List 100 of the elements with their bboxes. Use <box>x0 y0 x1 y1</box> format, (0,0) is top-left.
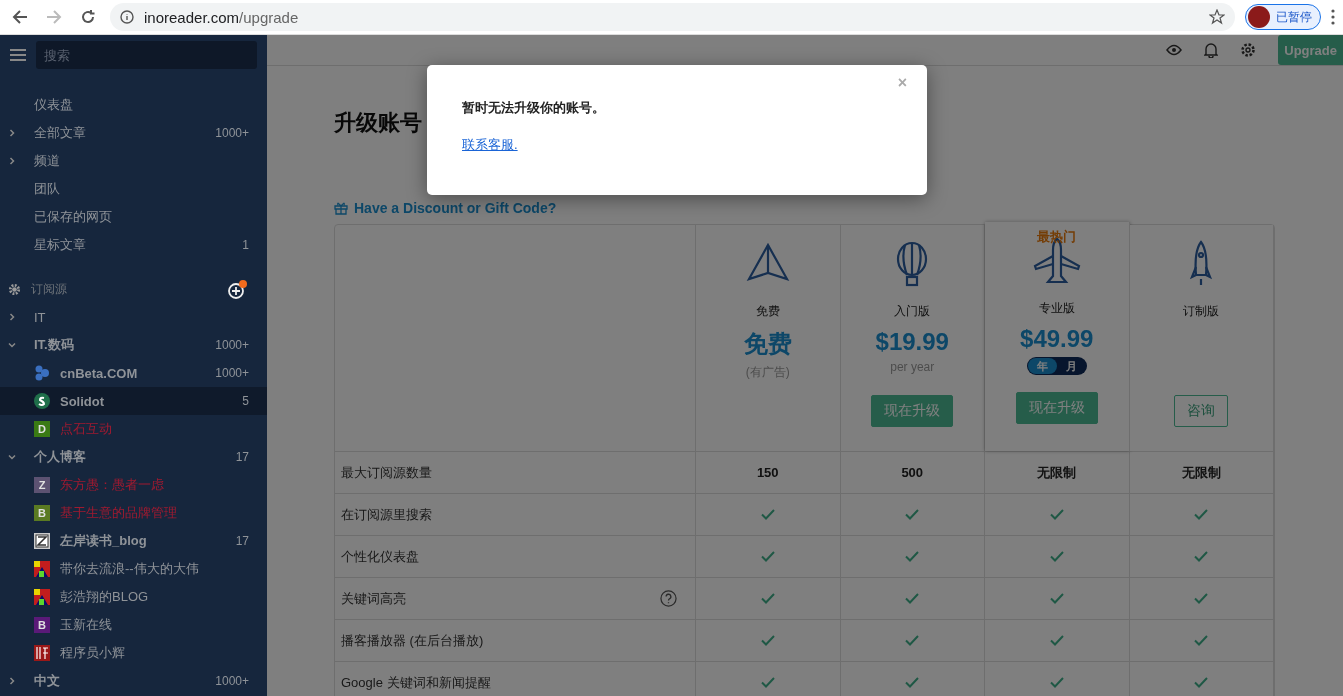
nav-item[interactable]: 星标文章 1 <box>0 231 267 259</box>
feature-label: 播客播放器 (在后台播放) <box>341 631 485 650</box>
feature-label: 在订阅源里搜索 <box>341 505 433 524</box>
check-icon <box>905 509 920 520</box>
profile-button[interactable]: 已暂停 <box>1245 4 1321 30</box>
unread-count: 1 <box>242 238 249 252</box>
folder-item[interactable]: 中文 1000+ <box>0 667 267 695</box>
feed-letter-icon: Z <box>34 477 50 493</box>
reload-icon <box>82 9 96 23</box>
gift-icon <box>334 201 348 215</box>
folder-title: IT <box>34 309 47 325</box>
feed-item[interactable]: cnBeta.COM 1000+ <box>0 359 267 387</box>
check-icon <box>1194 635 1209 646</box>
feed-title: 带你去流浪--伟大的大伟 <box>60 560 200 578</box>
pixel-art-icon <box>34 589 50 605</box>
folder-item[interactable]: 个人博客 17 <box>0 443 267 471</box>
settings-icon[interactable] <box>1240 42 1257 58</box>
eye-icon[interactable] <box>1166 44 1183 56</box>
star-icon[interactable] <box>1209 9 1225 25</box>
feed-title: 彭浩翔的BLOG <box>60 588 150 606</box>
check-icon <box>1049 635 1064 646</box>
check-icon <box>1194 593 1209 604</box>
back-arrow-icon <box>12 10 28 24</box>
check-icon <box>1194 509 1209 520</box>
billing-option[interactable]: 年 <box>1027 358 1057 374</box>
feed-item[interactable]: B 基于生意的品牌管理 <box>0 499 267 527</box>
feed-title: 程序员小辉 <box>60 644 126 662</box>
search-field[interactable]: 搜索 <box>36 41 257 69</box>
nav-item[interactable]: 全部文章 1000+ <box>0 119 267 147</box>
add-icon[interactable] <box>227 278 249 300</box>
nav-item[interactable]: 仪表盘 <box>0 91 267 119</box>
unread-count: 17 <box>235 534 249 548</box>
billing-option[interactable]: 月 <box>1056 358 1086 374</box>
unread-count: 1000+ <box>215 338 249 352</box>
help-icon[interactable] <box>660 590 677 607</box>
feed-item[interactable]: Z 东方愚：愚者一虑 <box>0 471 267 499</box>
unread-count: 17 <box>235 450 249 464</box>
feed-title: cnBeta.COM <box>60 365 139 381</box>
contact-link[interactable]: 联系客服. <box>462 137 518 152</box>
check-icon <box>760 593 775 604</box>
feature-label: 最大订阅源数量 <box>341 463 433 482</box>
info-icon <box>120 10 134 24</box>
plan-price: $49.99 <box>1020 325 1094 353</box>
feed-item[interactable]: D 点石互动 <box>0 415 267 443</box>
gear-icon[interactable] <box>8 282 21 296</box>
feed-item[interactable]: Solidot 5 <box>0 387 267 415</box>
feature-label: 个性化仪表盘 <box>341 547 420 566</box>
folder-title: 个人博客 <box>34 448 87 466</box>
check-icon <box>760 509 775 520</box>
logo-icon <box>34 533 50 549</box>
feed-letter-icon: B <box>34 617 50 633</box>
plan-price: $19.99 <box>875 328 949 356</box>
folder-title: 中文 <box>34 672 61 690</box>
check-icon <box>1049 593 1064 604</box>
check-icon <box>905 593 920 604</box>
plan-name: 专业版 <box>1038 300 1075 317</box>
nav-item[interactable]: 已保存的网页 <box>0 203 267 231</box>
feed-item[interactable]: 程序员小辉 <box>0 639 267 667</box>
feed-title: 左岸读书_blog <box>60 532 148 550</box>
address-bar[interactable]: inoreader.com/upgrade <box>110 3 1235 31</box>
check-icon <box>1194 551 1209 562</box>
plan-name: 入门版 <box>894 303 931 320</box>
feature-value: 500 <box>901 465 924 480</box>
feed-item[interactable]: 带你去流浪--伟大的大伟 <box>0 555 267 583</box>
folder-title: IT.数码 <box>34 336 75 354</box>
nav-item[interactable]: 频道 <box>0 147 267 175</box>
feed-letter-icon: D <box>34 421 50 437</box>
chevron-right-icon[interactable] <box>8 157 16 165</box>
folder-item[interactable]: IT <box>0 303 267 331</box>
bell-icon[interactable] <box>1204 42 1219 58</box>
feed-item[interactable]: 彭浩翔的BLOG <box>0 583 267 611</box>
avatar-icon <box>1248 6 1270 28</box>
feed-item[interactable]: B 玉新在线 <box>0 611 267 639</box>
page-title: 升级账号 <box>334 109 422 137</box>
chevron-down-icon[interactable] <box>8 341 16 349</box>
plan-price: 免费 <box>743 329 792 359</box>
feed-title: 点石互动 <box>60 420 113 438</box>
more-icon[interactable] <box>1331 9 1335 25</box>
chevron-right-icon[interactable] <box>8 129 16 137</box>
plan-name: 免费 <box>755 303 780 320</box>
pixel-art-icon <box>34 561 50 577</box>
nav-item[interactable]: 团队 <box>0 175 267 203</box>
chevron-down-icon[interactable] <box>8 453 16 461</box>
check-icon <box>1049 509 1064 520</box>
feed-item[interactable]: 左岸读书_blog 17 <box>0 527 267 555</box>
chevron-right-icon[interactable] <box>8 313 16 321</box>
feature-value: 150 <box>756 465 779 480</box>
feature-value: 无限制 <box>1181 463 1221 482</box>
check-icon <box>1049 551 1064 562</box>
dialog-message: 暂时无法升级你的账号。 <box>462 99 606 117</box>
unread-count: 1000+ <box>215 366 249 380</box>
folder-item[interactable]: IT.数码 1000+ <box>0 331 267 359</box>
check-icon <box>1194 677 1209 688</box>
check-icon <box>905 551 920 562</box>
feed-title: 东方愚：愚者一虑 <box>60 476 165 494</box>
feed-title: Solidot <box>60 393 106 409</box>
check-icon <box>760 635 775 646</box>
chevron-right-icon[interactable] <box>8 677 16 685</box>
menu-icon[interactable] <box>10 48 26 62</box>
feed-letter-icon: B <box>34 505 50 521</box>
